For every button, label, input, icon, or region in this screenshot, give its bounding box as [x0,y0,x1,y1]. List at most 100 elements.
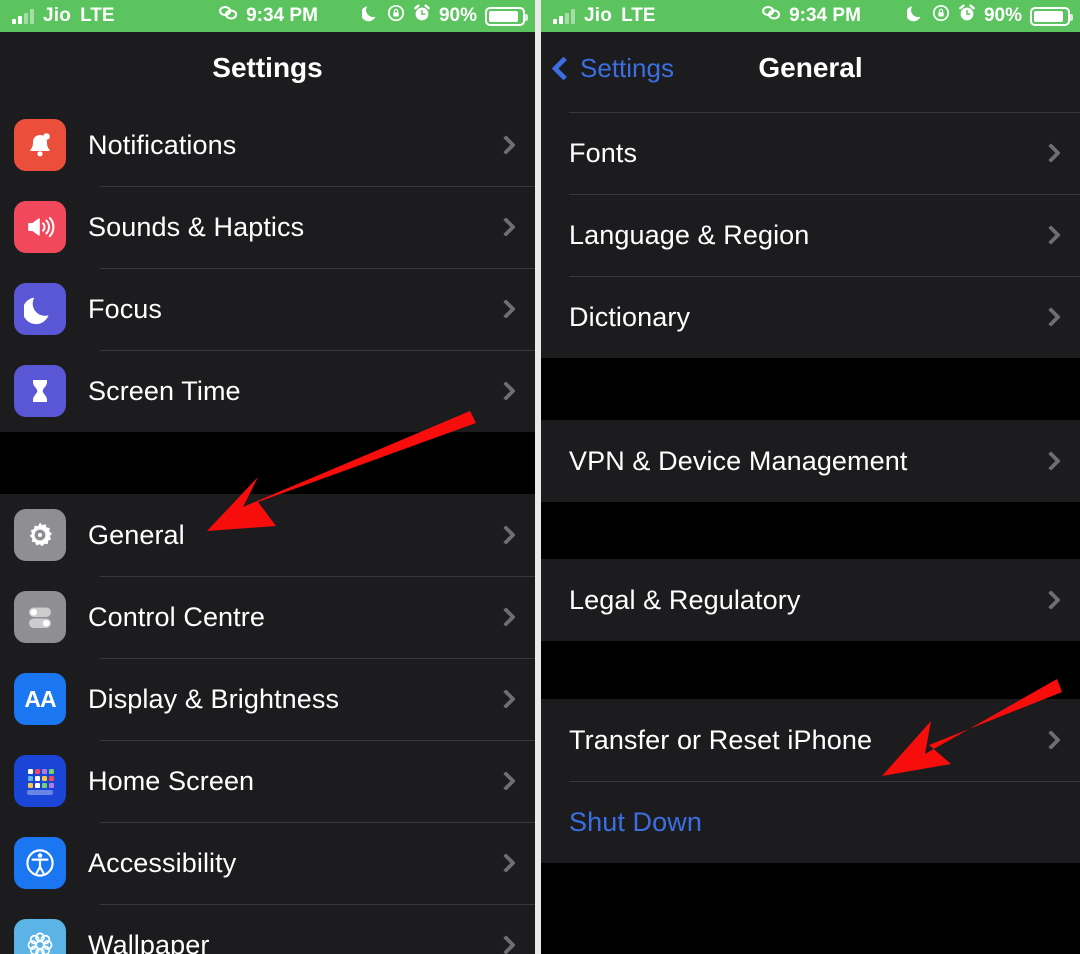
chain-link-icon [760,5,782,27]
signal-bars-icon [12,8,34,24]
list-item-wallpaper[interactable]: Wallpaper [0,904,536,954]
battery-percent-label: 90% [983,5,1022,26]
status-bar-right: Jio LTE 9:34 PM 90% [541,0,1080,32]
carrier-label: Jio [584,5,613,26]
list-item-transfer-or-reset-iphone[interactable]: Transfer or Reset iPhone [541,699,1080,781]
chevron-right-icon [496,217,516,237]
list-item-label: Accessibility [88,847,237,878]
chevron-right-icon [1041,451,1061,471]
nav-bar-right: Settings General [541,32,1080,104]
flower-mandala-icon [14,919,66,954]
list-item-control-centre[interactable]: Control Centre [0,576,536,658]
list-item-label: Language & Region [569,219,810,250]
speaker-volume-icon [14,201,66,253]
general-group-4: Transfer or Reset iPhone Shut Down [541,699,1080,863]
clock-time: 9:34 PM [246,5,318,26]
list-item-general[interactable]: General [0,494,536,576]
list-item-label: Wallpaper [88,929,210,954]
list-item-dictionary[interactable]: Dictionary [541,276,1080,358]
list-item-shut-down[interactable]: Shut Down [541,781,1080,863]
page-title: General [758,52,863,83]
battery-icon [485,6,529,26]
list-item-label: Display & Brightness [88,683,340,714]
list-item-label: Screen Time [88,375,241,406]
list-item-partial-above[interactable] [541,104,1080,112]
list-item-label: General [88,519,185,550]
list-item-label: Control Centre [88,601,265,632]
chevron-right-icon [496,525,516,545]
section-gap [541,358,1080,420]
list-item-notifications[interactable]: Notifications [0,104,536,186]
list-item-focus[interactable]: Focus [0,268,536,350]
list-item-screen-time[interactable]: Screen Time [0,350,536,432]
chevron-right-icon [1041,307,1061,327]
aa-text-icon: AA [14,673,66,725]
list-item-vpn-device-management[interactable]: VPN & Device Management [541,420,1080,502]
list-item-label: Fonts [569,137,638,168]
crescent-moon-icon [14,283,66,335]
rotation-lock-icon [387,4,405,28]
gear-icon [14,509,66,561]
list-item-legal-regulatory[interactable]: Legal & Regulatory [541,559,1080,641]
chevron-right-icon [1041,143,1061,163]
chevron-right-icon [496,853,516,873]
notifications-bell-icon [14,119,66,171]
back-button[interactable]: Settings [551,52,674,84]
list-item-sounds-haptics[interactable]: Sounds & Haptics [0,186,536,268]
back-button-label: Settings [580,52,674,83]
list-item-label: Sounds & Haptics [88,211,305,242]
clock-time: 9:34 PM [789,5,861,26]
chevron-right-icon [496,771,516,791]
general-group-1: Fonts Language & Region Dictionary [541,104,1080,358]
rotation-lock-icon [932,4,950,28]
carrier-label: Jio [43,5,72,26]
chevron-right-icon [496,299,516,319]
settings-group-1: Notifications Sounds & Haptics Focus Scr… [0,104,536,432]
battery-icon [1030,6,1073,26]
hourglass-icon [14,365,66,417]
chevron-right-icon [496,935,516,954]
signal-bars-icon [553,8,576,24]
right-phone-screen: Jio LTE 9:34 PM 90% Settings General Fon… [541,0,1080,954]
list-item-display-brightness[interactable]: AA Display & Brightness [0,658,536,740]
list-item-label: Dictionary [569,301,691,332]
chevron-right-icon [496,689,516,709]
list-item-home-screen[interactable]: Home Screen [0,740,536,822]
accessibility-person-icon [14,837,66,889]
list-item-label: Transfer or Reset iPhone [569,724,873,755]
left-phone-screen: Jio LTE 9:34 PM 90% Settings Notificatio… [0,0,536,954]
list-item-label: Focus [88,293,163,324]
list-item-label: VPN & Device Management [569,445,908,476]
general-group-2: VPN & Device Management [541,420,1080,502]
chevron-right-icon [1041,225,1061,245]
general-group-3: Legal & Regulatory [541,559,1080,641]
list-item-accessibility[interactable]: Accessibility [0,822,536,904]
chevron-right-icon [1041,590,1061,610]
crescent-moon-icon [360,4,379,28]
dual-screenshot: Jio LTE 9:34 PM 90% Settings Notificatio… [0,0,1080,954]
settings-group-2: General Control Centre AA Display & Brig… [0,494,536,954]
chevron-right-icon [496,381,516,401]
toggles-icon [14,591,66,643]
crescent-moon-icon [905,4,924,28]
network-type-label: LTE [80,5,115,26]
list-item-fonts[interactable]: Fonts [541,112,1080,194]
chevron-left-icon [551,55,576,81]
page-title: Settings [212,52,323,83]
battery-percent-label: 90% [438,5,478,26]
section-gap [541,502,1080,559]
settings-list-left[interactable]: Notifications Sounds & Haptics Focus Scr… [0,104,536,954]
list-item-label: Notifications [88,129,237,160]
list-item-language-region[interactable]: Language & Region [541,194,1080,276]
chevron-right-icon [496,607,516,627]
app-grid-icon [14,755,66,807]
list-item-label: Shut Down [569,806,702,837]
status-bar-left: Jio LTE 9:34 PM 90% [0,0,536,32]
list-item-label: Home Screen [88,765,255,796]
chevron-right-icon [496,135,516,155]
list-item-label: Legal & Regulatory [569,584,801,615]
chain-link-icon [217,5,239,27]
nav-bar-left: Settings [0,32,536,104]
section-gap [0,432,536,494]
settings-list-right[interactable]: Fonts Language & Region Dictionary VPN &… [541,104,1080,863]
